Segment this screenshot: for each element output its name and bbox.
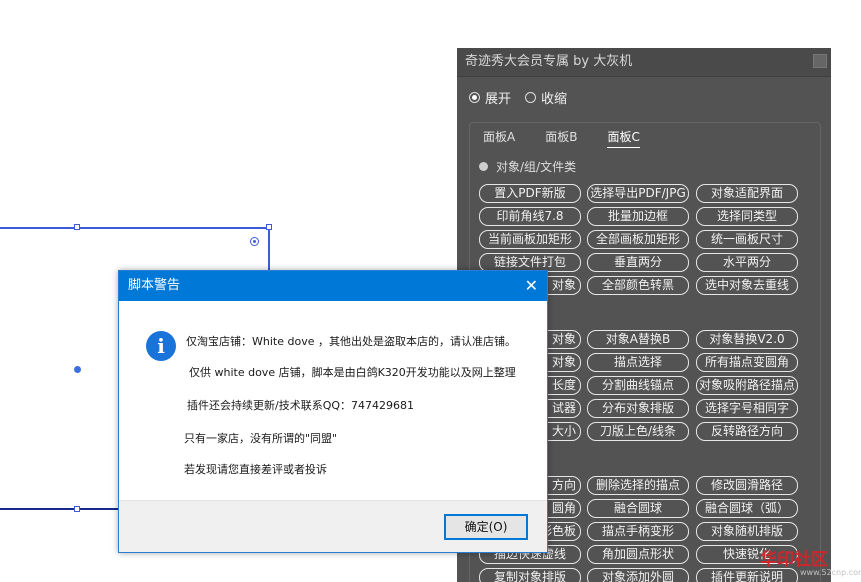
dialog-message-line: 只有一家店，没有所谓的"同盟" xyxy=(184,432,338,445)
script-button[interactable]: 修改圆滑路径 xyxy=(696,476,798,495)
script-button[interactable]: 当前画板加矩形 xyxy=(479,230,581,249)
tab-panel-a[interactable]: 面板A xyxy=(483,128,515,148)
view-mode-radios: 展开 收缩 xyxy=(469,88,567,107)
info-icon: i xyxy=(146,331,176,361)
script-button[interactable]: 刀版上色/线条 xyxy=(587,422,689,441)
radio-collapse-icon[interactable] xyxy=(525,92,537,103)
anchor-point-icon[interactable] xyxy=(250,237,259,246)
script-button[interactable]: 选择同类型 xyxy=(696,207,798,226)
close-icon[interactable]: ✕ xyxy=(525,271,538,301)
script-button[interactable]: 对象A替换B xyxy=(587,330,689,349)
section-header: 对象/组/文件类 xyxy=(479,158,576,175)
watermark-logo: 华印社区 xyxy=(760,550,828,570)
script-button[interactable]: 选择导出PDF/JPG xyxy=(587,184,689,203)
script-button[interactable]: 删除选择的描点 xyxy=(587,476,689,495)
section-bullet-icon xyxy=(479,162,488,171)
tab-panel-b[interactable]: 面板B xyxy=(545,128,577,148)
script-button[interactable]: 对象随机排版 xyxy=(696,522,798,541)
script-button[interactable]: 插件更新说明 xyxy=(696,568,798,582)
script-warning-dialog: 脚本警告 ✕ i 仅淘宝店铺：White dove ，其他出处是盗取本店的，请认… xyxy=(118,270,548,553)
script-button[interactable]: 描点选择 xyxy=(587,353,689,372)
tab-panel-c[interactable]: 面板C xyxy=(607,128,640,148)
script-button[interactable]: 选中对象去重线 xyxy=(696,276,798,295)
script-button[interactable]: 对象替换V2.0 xyxy=(696,330,798,349)
script-button[interactable]: 选择字号相同字 xyxy=(696,399,798,418)
script-button[interactable]: 全部颜色转黑 xyxy=(587,276,689,295)
selection-edge-bottom xyxy=(0,508,122,510)
script-button[interactable]: 批量加边框 xyxy=(587,207,689,226)
section-label: 对象/组/文件类 xyxy=(496,160,577,174)
panel-title: 奇迹秀大会员专属 by 大灰机 xyxy=(457,48,831,77)
script-button[interactable]: 分割曲线锚点 xyxy=(587,376,689,395)
watermark-url: www.52cnp.com xyxy=(800,568,861,577)
radio-expand-label[interactable]: 展开 xyxy=(485,88,511,107)
script-button[interactable]: 反转路径方向 xyxy=(696,422,798,441)
script-button[interactable]: 对象添加外圆 xyxy=(587,568,689,582)
dialog-footer: 确定(O) xyxy=(119,500,547,552)
script-button[interactable]: 置入PDF新版 xyxy=(479,184,581,203)
script-button[interactable]: 复制对象排版 xyxy=(479,568,581,582)
script-button[interactable]: 对象适配界面 xyxy=(696,184,798,203)
radio-collapse-label[interactable]: 收缩 xyxy=(541,88,567,107)
script-button[interactable]: 融合圆球 xyxy=(587,499,689,518)
dialog-message-line: 仅供 white dove 店铺，脚本是由白鸽K320开发功能以及网上整理 xyxy=(189,366,516,379)
dialog-titlebar: 脚本警告 ✕ xyxy=(119,271,547,301)
selection-handle[interactable] xyxy=(74,506,80,512)
ok-button[interactable]: 确定(O) xyxy=(444,514,528,540)
script-button[interactable]: 全部画板加矩形 xyxy=(587,230,689,249)
selection-edge-right xyxy=(268,227,270,272)
script-button[interactable]: 分布对象排版 xyxy=(587,399,689,418)
script-button[interactable]: 角加圆点形状 xyxy=(587,545,689,564)
panel-close-icon[interactable] xyxy=(813,54,827,68)
dialog-message-line: 仅淘宝店铺：White dove ，其他出处是盗取本店的，请认准店铺。 xyxy=(186,335,516,348)
script-button[interactable]: 对象吸附路径描点 xyxy=(696,376,798,395)
selection-handle[interactable] xyxy=(74,224,80,230)
dialog-message-line: 插件还会持续更新/技术联系QQ：747429681 xyxy=(187,399,415,412)
script-button[interactable]: 垂直两分 xyxy=(587,253,689,272)
panel-tabs: 面板A 面板B 面板C xyxy=(483,128,640,148)
script-button[interactable]: 描点手柄变形 xyxy=(587,522,689,541)
script-button[interactable]: 融合圆球（弧） xyxy=(696,499,798,518)
script-button[interactable]: 水平两分 xyxy=(696,253,798,272)
radio-expand-icon[interactable] xyxy=(469,92,480,103)
script-button[interactable]: 印前角线7.8 xyxy=(479,207,581,226)
script-button[interactable]: 所有描点变圆角 xyxy=(696,353,798,372)
dialog-message-line: 若发现请您直接差评或者投诉 xyxy=(184,463,327,476)
selection-edge-top xyxy=(0,227,270,229)
dialog-title: 脚本警告 xyxy=(128,278,181,293)
selection-handle[interactable] xyxy=(266,224,272,230)
script-button[interactable]: 统一画板尺寸 xyxy=(696,230,798,249)
dialog-body: i 仅淘宝店铺：White dove ，其他出处是盗取本店的，请认准店铺。 仅供… xyxy=(119,301,547,501)
center-point-icon xyxy=(74,366,81,373)
